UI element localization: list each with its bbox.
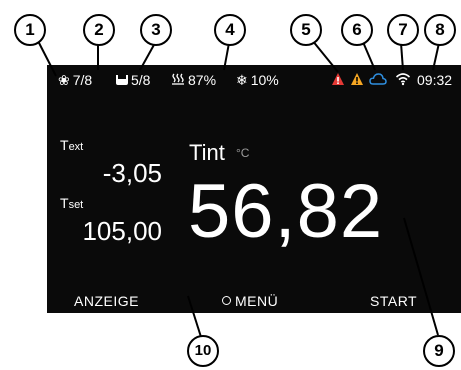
callout-6: 6	[341, 14, 373, 46]
callout-9: 9	[423, 335, 455, 367]
callout-5: 5	[290, 14, 322, 46]
callout-leader-lines	[36, 38, 440, 338]
callout-10: 10	[187, 335, 219, 367]
callout-4: 4	[214, 14, 246, 46]
callout-3: 3	[140, 14, 172, 46]
callout-7: 7	[387, 14, 419, 46]
callout-2: 2	[83, 14, 115, 46]
callout-1: 1	[14, 14, 46, 46]
callout-8: 8	[424, 14, 456, 46]
